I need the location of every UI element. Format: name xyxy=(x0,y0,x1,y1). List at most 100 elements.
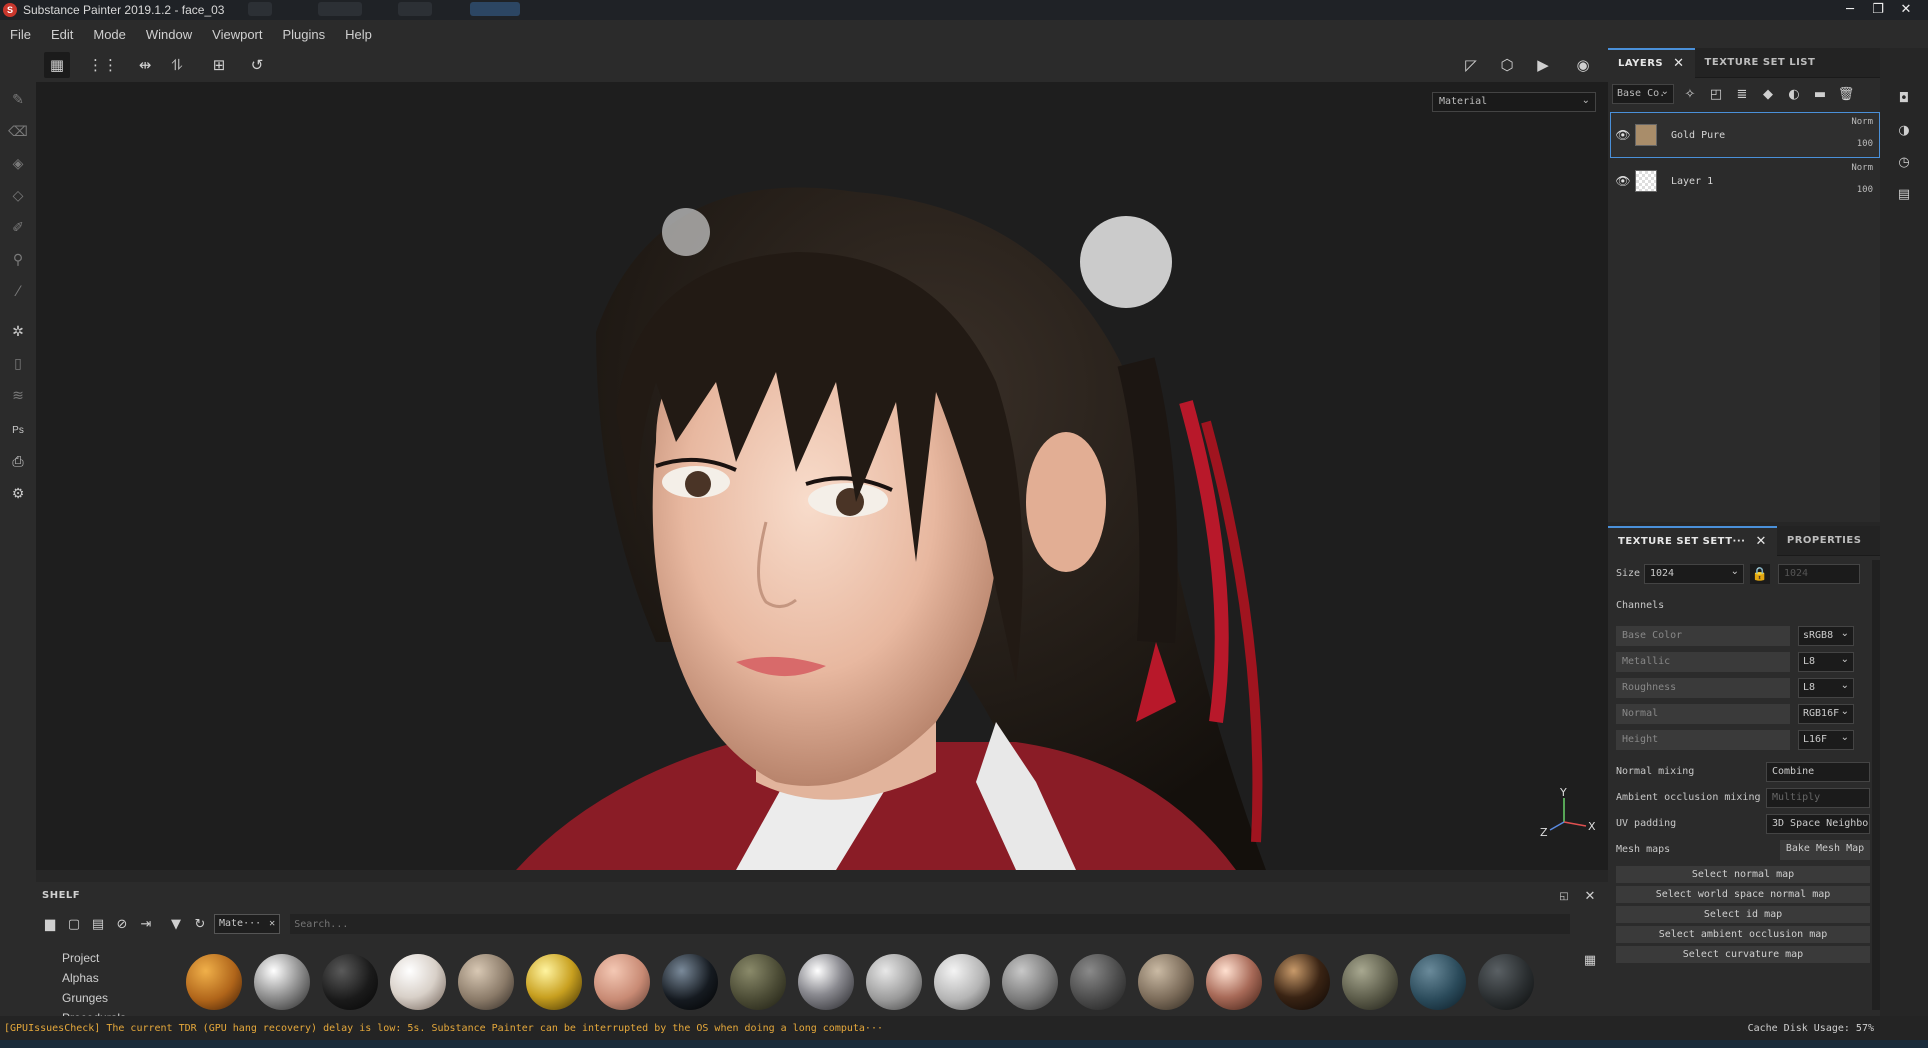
material-thumbnail[interactable] xyxy=(1342,954,1398,1010)
material-thumbnail[interactable] xyxy=(934,954,990,1010)
add-effect-icon[interactable]: ✧ xyxy=(1680,84,1700,104)
tab-texture-set-list[interactable]: TEXTURE SET LIST xyxy=(1695,48,1826,78)
layer-item-gold-pure[interactable]: 👁 Gold Pure Norm 100 xyxy=(1610,112,1880,158)
uv-padding-dropdown[interactable]: 3D Space Neighbor xyxy=(1766,814,1870,834)
grid-view-icon[interactable]: ⋮⋮ xyxy=(88,52,118,78)
filter-tag[interactable]: Mate··· ✕ xyxy=(214,914,281,934)
close-icon[interactable]: ✕ xyxy=(1755,534,1766,549)
ao-mixing-dropdown[interactable]: Multiply xyxy=(1766,788,1870,808)
eye-icon[interactable]: 👁 xyxy=(1611,128,1635,142)
material-thumbnail[interactable] xyxy=(1002,954,1058,1010)
history-icon[interactable]: ↺ xyxy=(244,52,270,78)
channel-format-dropdown[interactable]: L8 ⌄ xyxy=(1798,678,1854,698)
bake-mesh-map-button[interactable]: Bake Mesh Map xyxy=(1780,840,1870,860)
export-icon[interactable]: ⎙ xyxy=(8,452,28,472)
projection-icon[interactable]: ◈ xyxy=(8,154,28,174)
channel-format-dropdown[interactable]: sRGB8 ⌄ xyxy=(1798,626,1854,646)
select-world-normal-map-button[interactable]: Select world space normal map xyxy=(1616,886,1870,903)
material-thumbnail[interactable] xyxy=(322,954,378,1010)
tab-layers[interactable]: LAYERS ✕ xyxy=(1608,47,1695,78)
display-settings-icon[interactable]: ◘ xyxy=(1894,88,1914,108)
menu-window[interactable]: Window xyxy=(136,27,202,42)
minimize-button[interactable]: ─ xyxy=(1836,0,1864,18)
layer-opacity[interactable]: 100 xyxy=(1857,185,1873,195)
mirror-y-icon[interactable]: ⥮ xyxy=(164,52,190,78)
channel-format-dropdown[interactable]: RGB16F ⌄ xyxy=(1798,704,1854,724)
reset-filter-icon[interactable]: ↻ xyxy=(190,914,210,934)
layer-item-layer-1[interactable]: 👁 Layer 1 Norm 100 xyxy=(1610,158,1880,204)
size-dropdown[interactable]: 1024 ⌄ xyxy=(1644,564,1744,584)
material-thumbnail[interactable] xyxy=(1410,954,1466,1010)
material-thumbnail[interactable] xyxy=(1478,954,1534,1010)
material-thumbnail[interactable] xyxy=(730,954,786,1010)
3d-viewport[interactable]: Material ⌄ Y Z X xyxy=(36,82,1608,870)
material-thumbnail[interactable] xyxy=(458,954,514,1010)
shelf-search-input[interactable] xyxy=(290,914,1571,934)
delete-icon[interactable]: 🗑 xyxy=(1836,84,1856,104)
bake-icon[interactable]: ✲ xyxy=(8,322,28,342)
polygon-fill-icon[interactable]: ◇ xyxy=(8,186,28,206)
layer-blend-mode[interactable]: Norm xyxy=(1851,117,1873,127)
channel-format-dropdown[interactable]: L8 ⌄ xyxy=(1798,652,1854,672)
layers-stack-icon[interactable]: ≋ xyxy=(8,386,28,406)
display-mode-dropdown[interactable]: Material ⌄ xyxy=(1432,92,1596,112)
single-view-icon[interactable]: ▦ xyxy=(44,52,70,78)
settings-gear-icon[interactable]: ⚙ xyxy=(8,484,28,504)
frame-icon[interactable]: ⊞ xyxy=(206,52,232,78)
history-panel-icon[interactable]: ◷ xyxy=(1894,152,1914,172)
photoshop-plugin-icon[interactable]: Ps xyxy=(8,420,28,440)
material-thumbnail[interactable] xyxy=(1138,954,1194,1010)
menu-edit[interactable]: Edit xyxy=(41,27,83,42)
menu-help[interactable]: Help xyxy=(335,27,382,42)
menu-plugins[interactable]: Plugins xyxy=(272,27,335,42)
screenshot-icon[interactable]: ◉ xyxy=(1570,52,1596,78)
menu-viewport[interactable]: Viewport xyxy=(202,27,272,42)
select-normal-map-button[interactable]: Select normal map xyxy=(1616,866,1870,883)
menu-mode[interactable]: Mode xyxy=(83,27,136,42)
select-id-map-button[interactable]: Select id map xyxy=(1616,906,1870,923)
float-panel-icon[interactable]: ◱ xyxy=(1554,886,1574,906)
channel-format-dropdown[interactable]: L16F ⌄ xyxy=(1798,730,1854,750)
material-thumbnail[interactable] xyxy=(526,954,582,1010)
category-grunges[interactable]: Grunges xyxy=(62,988,126,1008)
material-thumbnail[interactable] xyxy=(866,954,922,1010)
paint-brush-icon[interactable]: ✎ xyxy=(8,90,28,110)
library-icon[interactable]: ▤ xyxy=(88,914,108,934)
close-window-button[interactable]: ✕ xyxy=(1892,0,1920,18)
eye-icon[interactable]: 👁 xyxy=(1611,174,1635,188)
smudge-icon[interactable]: ✐ xyxy=(8,218,28,238)
menu-file[interactable]: File xyxy=(0,27,41,42)
material-thumbnail[interactable] xyxy=(662,954,718,1010)
material-thumbnail[interactable] xyxy=(798,954,854,1010)
material-thumbnail[interactable] xyxy=(1274,954,1330,1010)
ruler-icon[interactable]: ▯ xyxy=(8,354,28,374)
cube-view-icon[interactable]: ⬡ xyxy=(1494,52,1520,78)
normal-mixing-dropdown[interactable]: Combine xyxy=(1766,762,1870,782)
import-icon[interactable]: ⇥ xyxy=(136,914,156,934)
panel-scrollbar[interactable] xyxy=(1872,560,1880,1010)
perspective-icon[interactable]: ◸ xyxy=(1458,52,1484,78)
log-icon[interactable]: ▤ xyxy=(1894,184,1914,204)
select-ao-map-button[interactable]: Select ambient occlusion map xyxy=(1616,926,1870,943)
tab-properties[interactable]: PROPERTIES xyxy=(1777,526,1872,556)
select-curvature-map-button[interactable]: Select curvature map xyxy=(1616,946,1870,963)
close-icon[interactable]: ✕ xyxy=(1580,886,1600,906)
color-picker-icon[interactable]: ⁄ xyxy=(8,282,28,302)
material-thumbnail[interactable] xyxy=(1070,954,1126,1010)
material-thumbnail[interactable] xyxy=(390,954,446,1010)
material-thumbnail[interactable] xyxy=(594,954,650,1010)
hide-icon[interactable]: ⊘ xyxy=(112,914,132,934)
add-smart-material-icon[interactable]: ◐ xyxy=(1784,84,1804,104)
layer-blend-mode[interactable]: Norm xyxy=(1851,163,1873,173)
lock-icon[interactable]: 🔒 xyxy=(1750,564,1770,584)
channel-height[interactable]: Height xyxy=(1616,730,1790,750)
folder-icon[interactable]: ▆ xyxy=(40,914,60,934)
eraser-icon[interactable]: ⌫ xyxy=(8,122,28,142)
channel-normal[interactable]: Normal xyxy=(1616,704,1790,724)
close-icon[interactable]: ✕ xyxy=(269,918,275,930)
material-thumbnail[interactable] xyxy=(254,954,310,1010)
channel-roughness[interactable]: Roughness xyxy=(1616,678,1790,698)
category-project[interactable]: Project xyxy=(62,948,126,968)
filter-icon[interactable]: ▼ xyxy=(166,914,186,934)
add-folder-icon[interactable]: ▬ xyxy=(1810,84,1830,104)
